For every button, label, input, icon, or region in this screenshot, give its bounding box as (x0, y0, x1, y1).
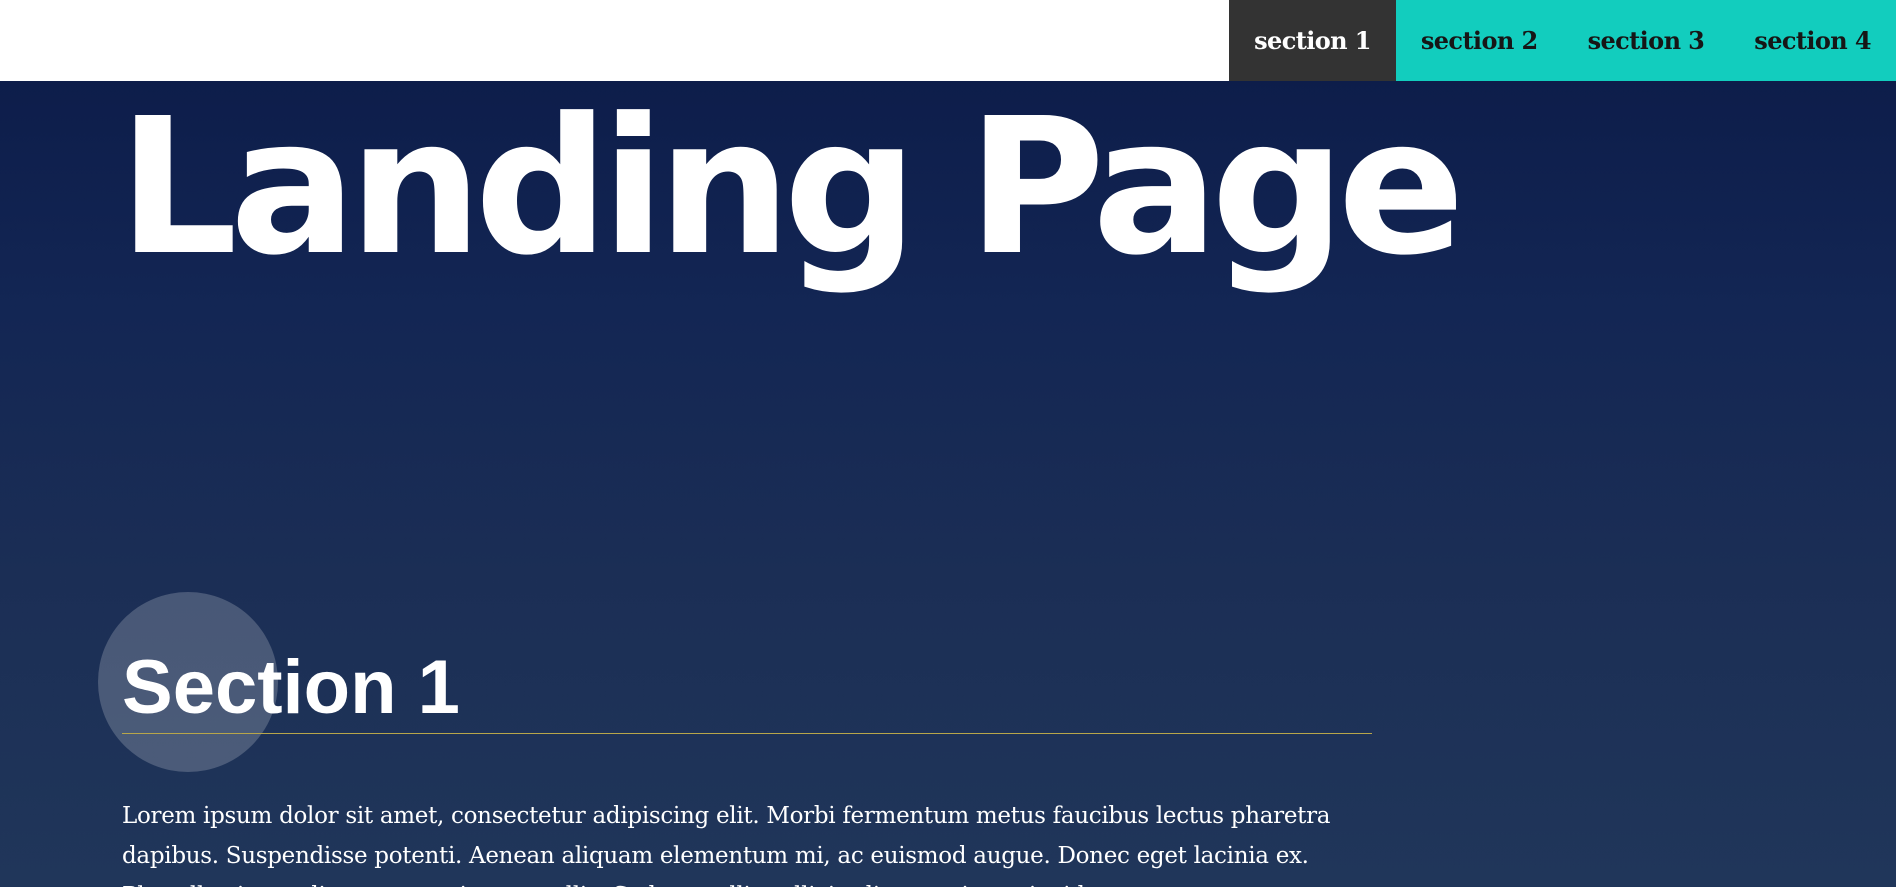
nav-item-section-4[interactable]: section 4 (1729, 0, 1896, 81)
page-title: Landing Page (118, 78, 1465, 297)
section-title: Section 1 (122, 645, 460, 730)
section-paragraph: Lorem ipsum dolor sit amet, consectetur … (122, 803, 1331, 887)
nav-menu: section 1 section 2 section 3 section 4 (1229, 0, 1896, 81)
nav-item-section-3[interactable]: section 3 (1563, 0, 1730, 81)
navbar: section 1 section 2 section 3 section 4 (0, 0, 1896, 81)
section-divider (122, 733, 1372, 734)
nav-item-section-2[interactable]: section 2 (1396, 0, 1563, 81)
nav-item-section-1[interactable]: section 1 (1229, 0, 1396, 81)
